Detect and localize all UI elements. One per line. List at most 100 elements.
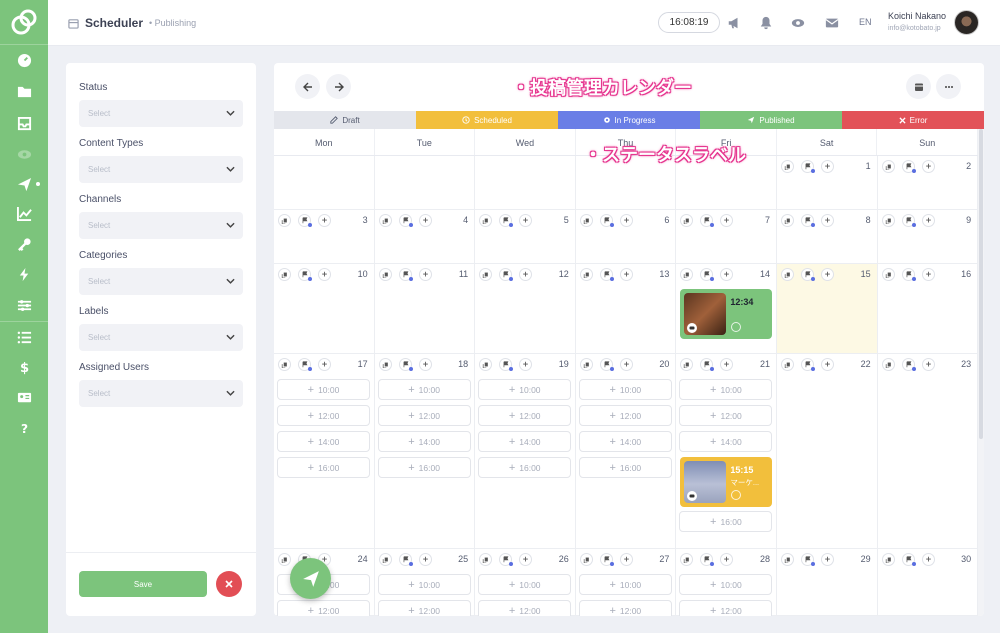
labels-select[interactable]: Select <box>79 324 243 351</box>
flag-button[interactable] <box>801 358 815 371</box>
flag-button[interactable] <box>901 160 916 173</box>
copy-button[interactable] <box>479 268 493 281</box>
calendar-day-cell[interactable]: 23 <box>877 354 979 549</box>
channels-select[interactable]: Select <box>79 212 243 239</box>
calendar-day-cell[interactable]: 5 <box>475 210 576 264</box>
status-in-progress[interactable]: In Progress <box>558 111 700 129</box>
time-slot[interactable]: +10:00 <box>277 379 370 400</box>
calendar-day-cell[interactable]: 2 <box>877 156 979 210</box>
copy-button[interactable] <box>680 268 694 281</box>
plus-button[interactable] <box>619 214 633 227</box>
assigned-users-select[interactable]: Select <box>79 380 243 407</box>
flag-button[interactable] <box>901 268 916 281</box>
copy-button[interactable] <box>278 358 291 371</box>
calendar-day-cell[interactable]: 28 +10:00 +12:00 <box>676 549 777 616</box>
calendar-day-cell[interactable] <box>475 156 576 210</box>
calendar-day-cell[interactable]: 18 +10:00 +12:00 +14:00 +16:00 <box>374 354 476 549</box>
time-slot[interactable]: +12:00 <box>478 600 572 616</box>
status-draft[interactable]: Draft <box>274 111 416 129</box>
calendar-day-cell[interactable]: 15 <box>777 264 878 354</box>
flag-button[interactable] <box>298 214 312 227</box>
flag-button[interactable] <box>599 268 614 281</box>
time-slot[interactable]: +10:00 <box>478 379 572 400</box>
scrollbar-thumb[interactable] <box>979 129 983 439</box>
plus-button[interactable] <box>720 268 734 281</box>
plus-button[interactable] <box>821 358 834 371</box>
flag-button[interactable] <box>398 214 413 227</box>
time-slot[interactable]: +16:00 <box>377 457 471 478</box>
user-info[interactable]: Koichi Nakano info@kotobato.jp <box>888 11 946 32</box>
plus-button[interactable] <box>318 358 331 371</box>
plus-button[interactable] <box>821 553 834 566</box>
calendar-day-cell[interactable]: 19 +10:00 +12:00 +14:00 +16:00 <box>475 354 576 549</box>
plus-button[interactable] <box>821 214 834 227</box>
copy-button[interactable] <box>278 214 291 227</box>
plus-button[interactable] <box>921 214 935 227</box>
plus-button[interactable] <box>519 214 533 227</box>
copy-button[interactable] <box>781 160 794 173</box>
flag-button[interactable] <box>499 214 514 227</box>
time-slot[interactable]: +12:00 <box>478 405 572 426</box>
time-slot[interactable]: +10:00 <box>377 574 471 595</box>
copy-button[interactable] <box>781 553 794 566</box>
calendar-day-cell[interactable]: 22 <box>777 354 878 549</box>
flag-button[interactable] <box>801 553 815 566</box>
copy-button[interactable] <box>479 358 493 371</box>
flag-button[interactable] <box>298 268 312 281</box>
flag-button[interactable] <box>700 358 715 371</box>
copy-button[interactable] <box>881 160 895 173</box>
copy-button[interactable] <box>278 553 291 566</box>
sidebar-item-folder[interactable] <box>0 76 48 106</box>
plus-button[interactable] <box>318 268 331 281</box>
time-slot[interactable]: +10:00 <box>478 574 572 595</box>
flag-button[interactable] <box>599 358 614 371</box>
cancel-button[interactable] <box>216 571 242 597</box>
calendar-day-cell[interactable]: 16 <box>877 264 979 354</box>
calendar-day-cell[interactable]: 10 <box>274 264 375 354</box>
language-switch[interactable]: EN <box>859 17 872 27</box>
sidebar-item-bolt[interactable] <box>0 259 48 289</box>
flag-button[interactable] <box>499 553 514 566</box>
flag-button[interactable] <box>398 553 413 566</box>
calendar-day-cell[interactable]: 4 <box>374 210 476 264</box>
time-slot[interactable]: +12:00 <box>578 405 672 426</box>
sidebar-item-sliders[interactable] <box>0 290 48 320</box>
copy-button[interactable] <box>378 553 392 566</box>
time-slot[interactable]: +10:00 <box>679 379 773 400</box>
flag-button[interactable] <box>901 553 916 566</box>
avatar[interactable] <box>954 10 979 35</box>
time-slot[interactable]: +16:00 <box>277 457 370 478</box>
logo-icon[interactable] <box>10 8 38 38</box>
megaphone-icon[interactable] <box>725 14 743 32</box>
calendar-day-cell[interactable]: 9 <box>877 210 979 264</box>
plus-button[interactable] <box>921 553 935 566</box>
time-slot[interactable]: +12:00 <box>578 600 672 616</box>
copy-button[interactable] <box>378 214 392 227</box>
copy-button[interactable] <box>278 268 291 281</box>
plus-button[interactable] <box>619 553 633 566</box>
calendar-day-cell[interactable]: 13 <box>575 264 677 354</box>
sidebar-item-id-card[interactable] <box>0 382 48 412</box>
plus-button[interactable] <box>720 358 734 371</box>
calendar-day-cell[interactable]: 6 <box>575 210 677 264</box>
plus-button[interactable] <box>418 358 432 371</box>
sidebar-item-help[interactable]: ? <box>0 413 48 443</box>
eye-icon[interactable] <box>789 14 807 32</box>
calendar-day-cell[interactable]: 8 <box>777 210 878 264</box>
plus-button[interactable] <box>519 553 533 566</box>
flag-button[interactable] <box>700 553 715 566</box>
calendar-day-cell[interactable]: 26 +10:00 +12:00 <box>475 549 576 616</box>
time-slot[interactable]: +14:00 <box>679 431 773 452</box>
content-types-select[interactable]: Select <box>79 156 243 183</box>
plus-button[interactable] <box>921 358 935 371</box>
next-month-button[interactable] <box>326 74 351 99</box>
status-published[interactable]: Published <box>700 111 842 129</box>
status-error[interactable]: Error <box>842 111 984 129</box>
calendar-day-cell[interactable]: 27 +10:00 +12:00 <box>575 549 677 616</box>
copy-button[interactable] <box>781 214 794 227</box>
flag-button[interactable] <box>801 268 815 281</box>
plus-button[interactable] <box>720 214 734 227</box>
flag-button[interactable] <box>801 214 815 227</box>
calendar-day-cell[interactable]: 25 +10:00 +12:00 <box>374 549 476 616</box>
plus-button[interactable] <box>418 268 432 281</box>
